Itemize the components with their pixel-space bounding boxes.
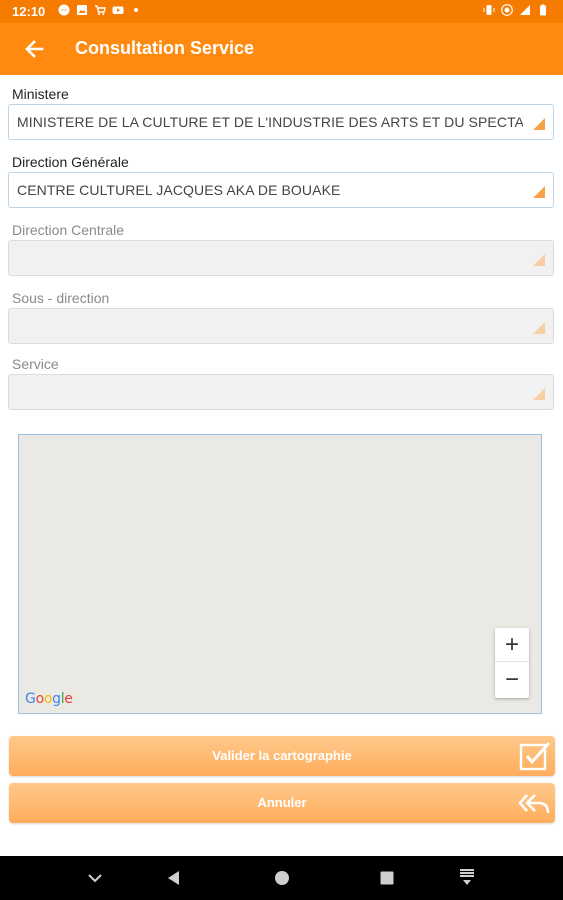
zoom-out-button[interactable]: − (495, 663, 529, 697)
navigation-bar (0, 856, 563, 900)
vibrate-icon (483, 5, 495, 15)
arrow-left-icon (25, 40, 44, 58)
reply-all-icon (518, 794, 550, 814)
ministere-label: Ministere (12, 86, 69, 102)
dropdown-corner-icon (533, 322, 545, 334)
validate-map-label: Valider la cartographie (212, 748, 352, 763)
direction-generale-label: Direction Générale (12, 154, 129, 170)
cancel-label: Annuler (257, 795, 307, 810)
dropdown-corner-icon (533, 118, 545, 130)
youtube-icon (112, 6, 124, 14)
status-time: 12:10 (12, 4, 46, 19)
wifi-icon (501, 4, 513, 16)
direction-generale-select[interactable]: CENTRE CULTUREL JACQUES AKA DE BOUAKE (8, 172, 554, 208)
checkbox-check-icon (519, 741, 551, 771)
direction-generale-value: CENTRE CULTUREL JACQUES AKA DE BOUAKE (17, 182, 341, 198)
keyboard-hide-icon[interactable] (456, 868, 478, 888)
direction-centrale-select (8, 240, 554, 276)
page-title: Consultation Service (75, 38, 255, 58)
ministere-select[interactable]: MINISTERE DE LA CULTURE ET DE L'INDUSTRI… (8, 104, 554, 140)
sous-direction-select (8, 308, 554, 344)
sous-direction-label: Sous - direction (12, 290, 110, 306)
zoom-controls: + − (495, 628, 529, 698)
back-triangle-icon[interactable] (163, 868, 185, 888)
app-bar: Consultation Service (0, 23, 563, 75)
system-icons (483, 4, 549, 16)
cart-icon (95, 5, 106, 15)
validate-map-button[interactable]: Valider la cartographie (9, 736, 555, 776)
home-circle-icon[interactable] (271, 868, 293, 888)
service-select (8, 374, 554, 410)
chevron-down-icon[interactable] (84, 868, 106, 888)
dropdown-corner-icon (533, 186, 545, 198)
cancel-button[interactable]: Annuler (9, 783, 555, 823)
dropdown-corner-icon (533, 254, 545, 266)
messenger-icon (58, 4, 70, 16)
google-logo: Google (25, 691, 73, 707)
image-icon (77, 5, 87, 15)
status-bar: 12:10 (0, 0, 563, 23)
zoom-in-button[interactable]: + (495, 628, 529, 662)
more-notifications-dot (134, 8, 138, 12)
back-button[interactable] (20, 35, 50, 63)
direction-centrale-label: Direction Centrale (12, 222, 125, 238)
map-view[interactable]: + − Google (18, 434, 542, 714)
recents-square-icon[interactable] (376, 868, 398, 888)
service-label: Service (12, 356, 59, 372)
notification-icons (58, 4, 138, 16)
battery-icon (540, 4, 546, 16)
signal-icon (520, 5, 530, 15)
ministere-value: MINISTERE DE LA CULTURE ET DE L'INDUSTRI… (17, 114, 523, 130)
dropdown-corner-icon (533, 388, 545, 400)
